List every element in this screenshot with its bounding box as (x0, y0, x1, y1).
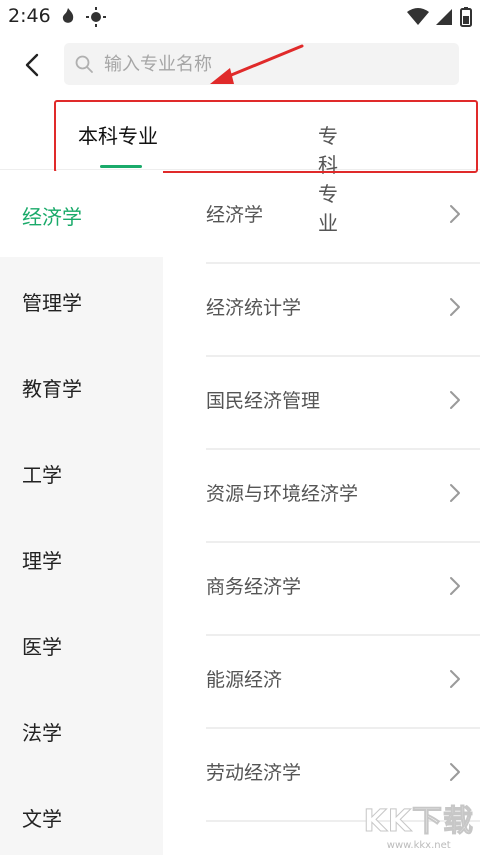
sidebar-item-medicine[interactable]: 医学 (0, 601, 163, 687)
sidebar-item-education[interactable]: 教育学 (0, 343, 163, 429)
sidebar-item-engineering[interactable]: 工学 (0, 429, 163, 515)
chevron-right-icon (450, 205, 460, 223)
chevron-right-icon (450, 391, 460, 409)
major-level-tabs: 本科专业 专科专业 (0, 96, 480, 235)
sidebar-item-label: 法学 (22, 721, 62, 745)
sidebar-item-law[interactable]: 法学 (0, 687, 163, 773)
list-item[interactable]: 能源经济 (206, 636, 480, 729)
sidebar-item-science[interactable]: 理学 (0, 515, 163, 601)
wifi-signal-battery-icon (407, 7, 472, 27)
sidebar-item-literature[interactable]: 文学 (0, 773, 163, 855)
list-item[interactable]: 资源与环境经济学 (206, 450, 480, 543)
chevron-right-icon (450, 670, 460, 688)
list-item[interactable]: 商务经济学 (206, 543, 480, 636)
flame-icon (62, 7, 106, 27)
status-notification-icons (58, 6, 110, 32)
category-sidebar: 经济学 管理学 教育学 工学 理学 医学 法学 文学 (0, 171, 163, 855)
back-button[interactable] (18, 48, 48, 82)
major-label: 资源与环境经济学 (206, 483, 359, 505)
sidebar-item-label: 理学 (22, 549, 62, 573)
search-icon (75, 55, 93, 73)
sidebar-item-label: 经济学 (22, 205, 82, 229)
search-input[interactable] (104, 43, 449, 85)
major-label: 经济学 (206, 204, 264, 226)
major-label: 劳动经济学 (206, 762, 302, 784)
list-item[interactable]: 经济统计学 (206, 264, 480, 357)
list-item[interactable]: 经济学 (206, 171, 480, 264)
sidebar-item-label: 管理学 (22, 291, 82, 315)
chevron-right-icon (450, 484, 460, 502)
sidebar-item-label: 文学 (22, 807, 62, 831)
major-label: 经济统计学 (206, 297, 302, 319)
chevron-left-icon (25, 53, 39, 77)
major-label: 国民经济管理 (206, 390, 321, 412)
chevron-right-icon (450, 577, 460, 595)
sidebar-item-label: 医学 (22, 635, 62, 659)
sidebar-item-economics[interactable]: 经济学 (0, 171, 163, 257)
tab-associate[interactable]: 专科专业 (0, 96, 338, 235)
status-time: 2:46 (8, 5, 51, 27)
search-box[interactable] (64, 43, 459, 85)
sidebar-item-management[interactable]: 管理学 (0, 257, 163, 343)
sidebar-item-label: 工学 (22, 463, 62, 487)
search-header (0, 34, 480, 96)
list-item[interactable]: 国民经济管理 (206, 357, 480, 450)
status-system-icons (406, 6, 474, 32)
chevron-right-icon (450, 763, 460, 781)
list-item[interactable]: 劳动经济学 (206, 729, 480, 822)
status-bar: 2:46 (0, 0, 480, 34)
sidebar-item-label: 教育学 (22, 377, 82, 401)
major-label: 商务经济学 (206, 576, 302, 598)
major-list: 经济学 经济统计学 国民经济管理 资源与环境经济学 商务经济学 能源经济 劳动经… (163, 171, 480, 855)
chevron-right-icon (450, 298, 460, 316)
major-label: 能源经济 (206, 669, 283, 691)
